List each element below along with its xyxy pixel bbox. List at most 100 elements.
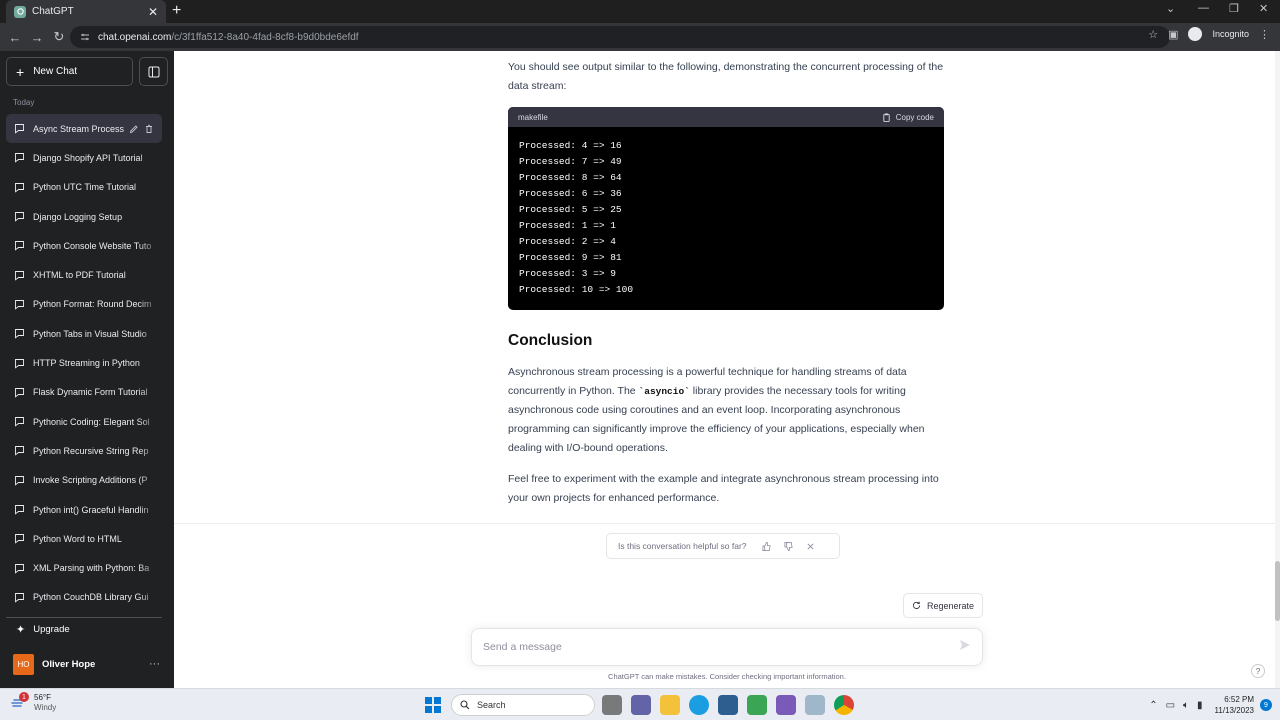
user-menu[interactable]: HO Oliver Hope ··· (6, 651, 162, 677)
scrollbar-thumb[interactable] (1275, 561, 1280, 621)
site-info-icon[interactable] (80, 32, 90, 42)
sidebar-chat-item[interactable]: Python Tabs in Visual Studio (6, 319, 162, 349)
message-input[interactable] (483, 641, 959, 653)
section-heading: Conclusion (508, 332, 593, 349)
sidebar-chat-item[interactable]: Django Shopify API Tutorial (6, 143, 162, 173)
chat-bubble-icon (15, 270, 24, 281)
chrome-icon[interactable] (834, 695, 854, 715)
url-text: chat.openai.com/c/3f1ffa512-8a40-4fad-8c… (98, 31, 359, 43)
chat-bubble-icon (15, 153, 24, 164)
sidebar-chat-item[interactable]: XHTML to PDF Tutorial (6, 260, 162, 290)
chevron-up-icon[interactable]: ⌃ (1149, 700, 1157, 711)
chat-item-label: Django Logging Setup (33, 211, 123, 222)
bottom-panel: Is this conversation helpful so far? Reg… (174, 523, 1275, 688)
clock[interactable]: 6:52 PM 11/13/2023 (1215, 694, 1254, 716)
chat-bubble-icon (15, 387, 24, 398)
task-view-icon[interactable] (602, 695, 622, 715)
editor-app-icon[interactable] (747, 695, 767, 715)
send-button[interactable] (959, 638, 971, 656)
chat-item-label: Async Stream Process (33, 123, 125, 134)
sidebar-chat-item[interactable]: Python Format: Round Decim (6, 289, 162, 320)
chat-item-label: Python UTC Time Tutorial (33, 182, 137, 193)
battery-icon[interactable]: ▮ (1197, 700, 1203, 711)
sidebar-chat-item[interactable]: Python Word to HTML (6, 524, 162, 554)
chat-bubble-icon (15, 182, 24, 193)
minimize-icon[interactable]: — (1198, 2, 1209, 14)
new-chat-button[interactable]: + New Chat (6, 57, 133, 86)
chat-bubble-icon (15, 329, 24, 339)
code-language: makefile (518, 112, 548, 122)
sidebar-chat-item[interactable]: Python Recursive String Rep (6, 436, 162, 466)
sidebar-chat-item[interactable]: Python Console Website Tuto (6, 231, 162, 261)
browser-tabbar: ChatGPT ✕ + ⌄ — ❐ ✕ (0, 0, 1280, 23)
code-header: makefile Copy code (508, 107, 944, 127)
close-tab-icon[interactable]: ✕ (148, 5, 158, 19)
menu-kebab-icon[interactable]: ⋮ (1259, 28, 1270, 41)
close-icon[interactable] (806, 542, 815, 551)
weather-temperature: 56°F (34, 693, 51, 702)
user-name: Oliver Hope (42, 658, 96, 670)
trash-icon[interactable] (144, 124, 154, 134)
chat-item-label: Django Shopify API Tutorial (33, 152, 143, 163)
sidebar-chat-item[interactable]: Python CouchDB Library Gui (6, 582, 162, 613)
browser-tab[interactable]: ChatGPT ✕ (6, 0, 166, 23)
conclusion-paragraph: Asynchronous stream processing is a powe… (508, 366, 925, 454)
browser-toolbar: ← → ↻ chat.openai.com/c/3f1ffa512-8a40-4… (0, 23, 1280, 51)
sidebar-chat-item[interactable]: Pythonic Coding: Elegant Sol (6, 406, 162, 437)
code-block: makefile Copy code Processed: 4 => 16 Pr… (508, 107, 944, 310)
image-app-icon[interactable] (805, 695, 825, 715)
close-window-icon[interactable]: ✕ (1259, 2, 1268, 15)
edit-icon[interactable] (129, 124, 139, 134)
sidebar-chat-item[interactable]: Invoke Scripting Additions (P (6, 465, 162, 495)
tab-title: ChatGPT (32, 6, 74, 17)
scrollbar[interactable] (1275, 51, 1280, 688)
sidebar-chat-item[interactable]: Python int() Graceful Handlin (6, 494, 162, 525)
maximize-icon[interactable]: ❐ (1229, 2, 1239, 15)
volume-icon[interactable]: 🔈︎ (1183, 700, 1189, 711)
copy-code-button[interactable]: Copy code (882, 113, 934, 122)
store-icon[interactable] (718, 695, 738, 715)
forward-icon[interactable]: → (26, 30, 48, 45)
more-options-icon[interactable]: ··· (149, 658, 160, 670)
message-composer (471, 628, 983, 666)
chat-main: You should see output similar to the fol… (174, 51, 1275, 688)
chat-bubble-icon (15, 446, 24, 456)
openai-icon (14, 5, 26, 18)
sidebar-chat-item[interactable]: Flask Dynamic Form Tutorial (6, 377, 162, 407)
taskbar-search[interactable]: Search (451, 694, 595, 716)
network-icon[interactable]: ▭ (1166, 700, 1175, 711)
address-bar[interactable]: chat.openai.com/c/3f1ffa512-8a40-4fad-8c… (70, 26, 1170, 48)
sidebar-chat-item[interactable]: Django Logging Setup (6, 201, 162, 232)
sidebar-chat-item[interactable]: Async Stream Process (6, 114, 162, 144)
sidebar-chat-item[interactable]: XML Parsing with Python: Ba (6, 553, 162, 583)
windows-start-icon[interactable] (425, 697, 441, 713)
new-tab-button[interactable]: + (172, 2, 181, 20)
incognito-label: Incognito (1212, 29, 1249, 39)
file-explorer-icon[interactable] (660, 695, 680, 715)
edge-browser-icon[interactable] (689, 695, 709, 715)
help-button[interactable]: ? (1251, 664, 1265, 678)
incognito-icon[interactable] (1188, 27, 1203, 41)
vs-code-icon[interactable] (776, 695, 796, 715)
weather-widget[interactable]: 1 56°F Windy (10, 692, 56, 713)
thumbs-down-icon[interactable] (784, 541, 793, 551)
chat-item-label: XML Parsing with Python: Ba (33, 563, 150, 574)
search-label: Search (477, 700, 506, 710)
toggle-sidebar-button[interactable] (139, 57, 168, 86)
tab-search-icon[interactable]: ⌄ (1166, 2, 1175, 15)
notification-badge[interactable]: 9 (1260, 699, 1272, 711)
regenerate-button[interactable]: Regenerate (903, 593, 983, 618)
weather-icon: 1 (10, 692, 29, 712)
upgrade-button[interactable]: ✦ Upgrade (6, 617, 162, 641)
thumbs-up-icon[interactable] (762, 541, 771, 551)
back-icon[interactable]: ← (4, 30, 26, 45)
sidebar-chat-item[interactable]: Python UTC Time Tutorial (6, 172, 162, 202)
reload-icon[interactable]: ↻ (48, 29, 70, 45)
chat-app-icon[interactable] (631, 695, 651, 715)
sidebar-chat-item[interactable]: HTTP Streaming in Python (6, 348, 162, 378)
bookmark-star-icon[interactable]: ☆ (1148, 28, 1158, 41)
sidebar-icon (148, 66, 159, 77)
chat-item-label: Python Console Website Tuto (33, 240, 152, 251)
side-panel-icon[interactable]: ▣ (1168, 28, 1178, 41)
chat-bubble-icon (15, 563, 24, 574)
